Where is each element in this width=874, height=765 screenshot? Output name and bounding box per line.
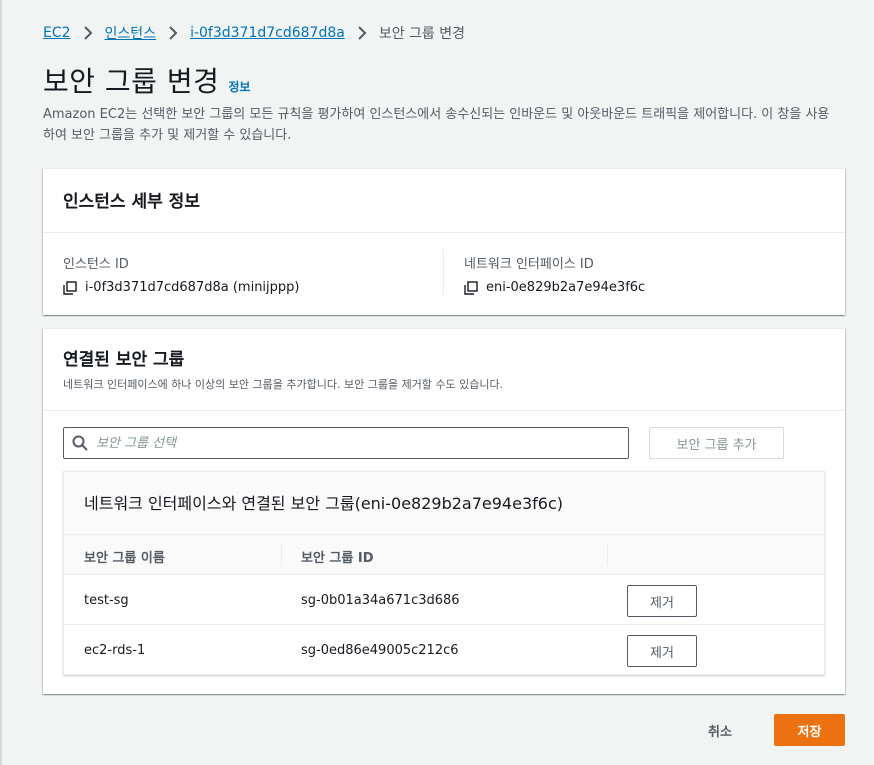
breadcrumb-instance-link[interactable]: i-0f3d371d7cd687d8a — [190, 25, 345, 41]
copy-icon[interactable] — [63, 280, 77, 295]
info-link[interactable]: 정보 — [228, 78, 250, 95]
column-divider — [607, 544, 608, 566]
instance-id-value: i-0f3d371d7cd687d8a (minijppp) — [85, 280, 300, 295]
table-row: ec2-rds-1 sg-0ed86e49005c212c6 제거 — [64, 625, 824, 675]
table-column-headers: 보안 그룹 이름 보안 그룹 ID — [64, 535, 824, 575]
instance-details-title: 인스턴스 세부 정보 — [63, 192, 200, 212]
table-row: test-sg sg-0b01a34a671c3d686 제거 — [64, 575, 824, 625]
eni-id-label: 네트워크 인터페이스 ID — [464, 257, 594, 272]
copy-icon[interactable] — [464, 280, 478, 295]
page-title: 보안 그룹 변경 — [43, 65, 220, 98]
breadcrumb-current: 보안 그룹 변경 — [378, 26, 466, 42]
cancel-button[interactable]: 취소 — [708, 714, 732, 746]
breadcrumb: EC2 인스턴스 i-0f3d371d7cd687d8a 보안 그룹 변경 — [43, 22, 465, 44]
security-group-search-input[interactable] — [96, 435, 628, 451]
remove-button[interactable]: 제거 — [627, 635, 697, 667]
security-group-name: ec2-rds-1 — [84, 643, 146, 658]
associated-groups-table: 네트워크 인터페이스와 연결된 보안 그룹(eni-0e829b2a7e94e3… — [63, 471, 825, 675]
remove-button[interactable]: 제거 — [627, 585, 697, 617]
security-group-name: test-sg — [84, 593, 129, 608]
security-groups-description: 네트워크 인터페이스에 하나 이상의 보안 그룹을 추가합니다. 보안 그룹을 … — [63, 378, 504, 391]
security-group-id: sg-0b01a34a671c3d686 — [301, 593, 460, 608]
instance-details-panel: 인스턴스 세부 정보 인스턴스 ID i-0f3d371d7cd687d8a (… — [43, 168, 845, 315]
instance-details-header: 인스턴스 세부 정보 — [43, 169, 845, 233]
page-header: 보안 그룹 변경 정보 — [43, 60, 250, 100]
column-header-id: 보안 그룹 ID — [301, 551, 374, 566]
breadcrumb-ec2-link[interactable]: EC2 — [43, 25, 71, 41]
security-groups-header: 연결된 보안 그룹 네트워크 인터페이스에 하나 이상의 보안 그룹을 추가합니… — [43, 329, 845, 411]
column-header-name: 보안 그룹 이름 — [84, 551, 165, 566]
instance-id-label: 인스턴스 ID — [63, 257, 129, 272]
eni-id-field: 네트워크 인터페이스 ID eni-0e829b2a7e94e3f6c — [464, 253, 645, 295]
security-groups-title: 연결된 보안 그룹 — [63, 350, 185, 370]
details-divider — [443, 249, 444, 295]
table-title: 네트워크 인터페이스와 연결된 보안 그룹(eni-0e829b2a7e94e3… — [84, 494, 563, 513]
chevron-right-icon — [168, 26, 178, 40]
add-security-group-button[interactable]: 보안 그룹 추가 — [649, 427, 784, 459]
chevron-right-icon — [357, 26, 367, 40]
instance-id-row: i-0f3d371d7cd687d8a (minijppp) — [63, 280, 299, 295]
security-group-id: sg-0ed86e49005c212c6 — [301, 643, 459, 658]
column-divider — [281, 544, 282, 566]
eni-id-value: eni-0e829b2a7e94e3f6c — [486, 280, 646, 295]
save-button[interactable]: 저장 — [774, 714, 845, 746]
instance-id-field: 인스턴스 ID i-0f3d371d7cd687d8a (minijppp) — [63, 253, 299, 295]
chevron-right-icon — [83, 26, 93, 40]
eni-id-row: eni-0e829b2a7e94e3f6c — [464, 280, 645, 295]
security-group-select[interactable] — [63, 427, 629, 459]
search-icon — [72, 435, 88, 451]
table-header-bar: 네트워크 인터페이스와 연결된 보안 그룹(eni-0e829b2a7e94e3… — [64, 472, 824, 535]
associated-security-groups-panel: 연결된 보안 그룹 네트워크 인터페이스에 하나 이상의 보안 그룹을 추가합니… — [43, 328, 845, 694]
page-description: Amazon EC2는 선택한 보안 그룹의 모든 규칙을 평가하여 인스턴스에… — [43, 107, 830, 143]
breadcrumb-instances-link[interactable]: 인스턴스 — [105, 23, 157, 43]
